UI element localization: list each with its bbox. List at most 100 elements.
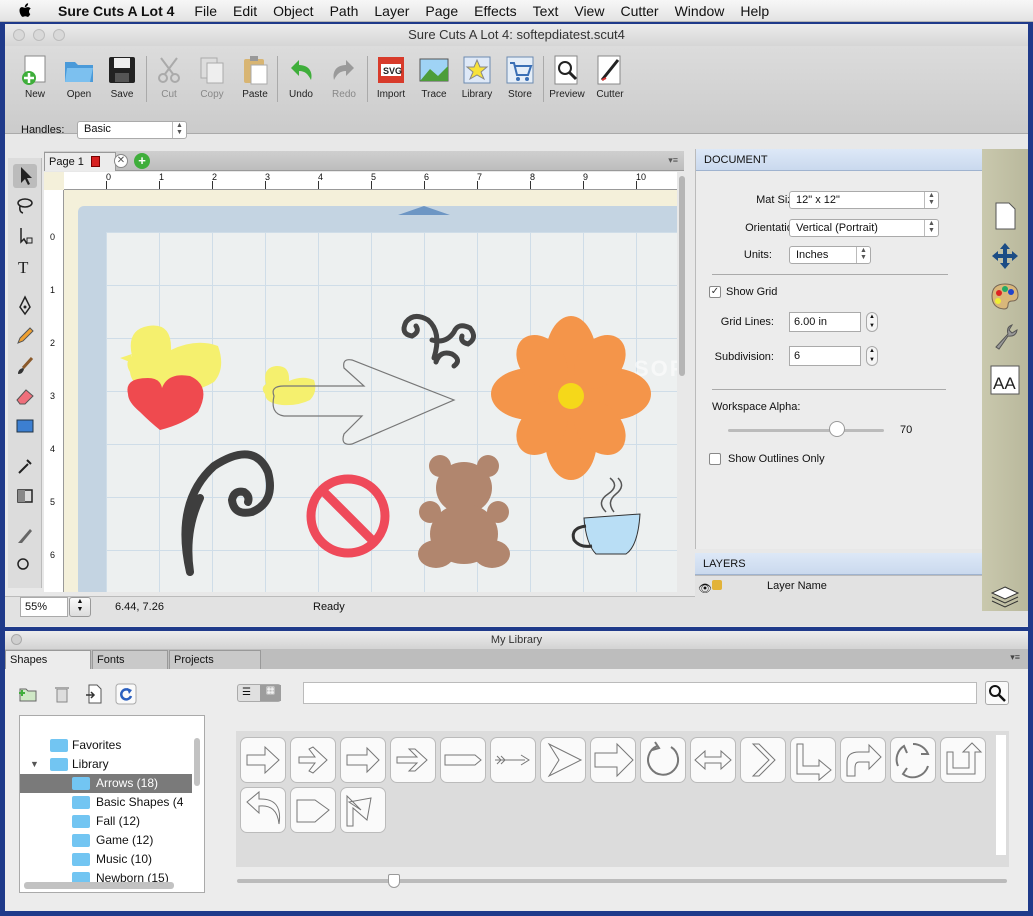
search-icon[interactable] — [985, 681, 1009, 705]
shape-thumb-arrow-7[interactable] — [540, 737, 586, 783]
shape-thumb-arrow-1[interactable] — [240, 737, 286, 783]
tree-item-favorites[interactable]: Favorites — [20, 736, 192, 755]
menu-object[interactable]: Object — [265, 3, 321, 19]
shape-thumb-arrow-16[interactable] — [240, 787, 286, 833]
undo-button[interactable]: Undo — [279, 54, 323, 100]
shape-thumb-arrow-10[interactable] — [690, 737, 736, 783]
tree-item-library[interactable]: ▼ Library — [20, 755, 192, 774]
shape-thumb-arrow-5[interactable] — [440, 737, 486, 783]
disclosure-triangle-icon[interactable]: ▼ — [30, 755, 39, 774]
text-panel-icon[interactable]: AA — [990, 365, 1020, 395]
menu-layer[interactable]: Layer — [366, 3, 417, 19]
flower-shape[interactable] — [491, 316, 651, 480]
copy-button[interactable]: Copy — [190, 54, 234, 100]
tab-fonts[interactable]: Fonts — [92, 650, 168, 669]
text-tool-icon[interactable]: T — [13, 254, 37, 278]
workspace-alpha-knob[interactable] — [829, 421, 846, 437]
menu-help[interactable]: Help — [732, 3, 777, 19]
refresh-icon[interactable] — [115, 683, 137, 705]
cut-button[interactable]: Cut — [147, 54, 191, 100]
shape-thumb-arrow-6[interactable] — [490, 737, 536, 783]
lasso-tool-icon[interactable] — [13, 194, 37, 218]
close-window-button[interactable] — [13, 29, 25, 41]
shape-thumb-arrow-11[interactable] — [740, 737, 786, 783]
shape-thumb-arrow-18[interactable] — [340, 787, 386, 833]
view-mode-toggle[interactable]: ☰ ▦ — [237, 684, 281, 702]
spiral-shape[interactable] — [181, 450, 274, 576]
library-search-input[interactable] — [303, 682, 977, 704]
new-button[interactable]: New — [13, 54, 57, 100]
grid-lines-stepper[interactable]: ▲ ▼ — [866, 312, 878, 332]
shape-thumb-arrow-14[interactable] — [890, 737, 936, 783]
zoom-stepper[interactable]: ▲ ▼ — [69, 597, 91, 617]
visibility-eye-icon[interactable]: 👁 — [698, 582, 712, 595]
brush-tool-icon[interactable] — [13, 354, 37, 378]
color-palette-icon[interactable] — [990, 281, 1020, 311]
tab-projects[interactable]: Projects — [169, 650, 261, 669]
grid-view-icon[interactable]: ▦ — [260, 685, 281, 701]
trace-button[interactable]: Trace — [412, 54, 456, 100]
orientation-dropdown[interactable]: Vertical (Portrait) ▲ ▼ — [789, 219, 939, 237]
trash-icon[interactable] — [51, 683, 73, 705]
tree-item-music[interactable]: Music (10) — [20, 850, 192, 869]
pencil-tool-icon[interactable] — [13, 324, 37, 348]
handles-dropdown[interactable]: Basic ▲ ▼ — [77, 121, 187, 139]
import-button[interactable]: SVG Import — [369, 54, 413, 100]
list-view-icon[interactable]: ☰ — [242, 687, 251, 698]
subdivision-stepper[interactable]: ▲ ▼ — [866, 346, 878, 366]
layers-stack-icon[interactable] — [990, 581, 1020, 611]
redo-button[interactable]: Redo — [322, 54, 366, 100]
shape-thumb-arrow-3[interactable] — [340, 737, 386, 783]
close-page-icon[interactable]: ✕ — [114, 154, 128, 168]
zoom-tool-icon[interactable] — [13, 554, 37, 578]
flourish-shape[interactable] — [401, 314, 476, 369]
design-canvas[interactable]: 012345678910 0123456 SOFTPEDIA — [44, 172, 686, 592]
add-page-icon[interactable]: + — [134, 153, 150, 169]
import-shape-icon[interactable] — [83, 683, 105, 705]
menu-file[interactable]: File — [186, 3, 225, 19]
menu-app-name[interactable]: Sure Cuts A Lot 4 — [50, 3, 182, 19]
rectangle-tool-icon[interactable] — [13, 414, 37, 438]
menu-text[interactable]: Text — [525, 3, 567, 19]
minimize-window-button[interactable] — [33, 29, 45, 41]
canvas-vertical-scrollbar[interactable] — [677, 172, 687, 592]
shape-thumb-arrow-15[interactable] — [940, 737, 986, 783]
store-button[interactable]: Store — [498, 54, 542, 100]
subdivision-field[interactable]: 6 — [789, 346, 861, 366]
teddy-bear-shape[interactable] — [418, 455, 510, 568]
pen-tool-icon[interactable] — [13, 294, 37, 318]
new-folder-icon[interactable] — [17, 683, 39, 705]
tab-shapes[interactable]: Shapes — [5, 650, 91, 669]
tree-item-fall[interactable]: Fall (12) — [20, 812, 192, 831]
coffee-cup-shape[interactable] — [571, 477, 641, 555]
no-entry-sign-shape[interactable] — [306, 474, 390, 558]
save-button[interactable]: Save — [100, 54, 144, 100]
zoom-level-field[interactable]: 55% — [20, 597, 68, 617]
zoom-window-button[interactable] — [53, 29, 65, 41]
show-outlines-checkbox[interactable] — [709, 453, 721, 465]
tree-item-game[interactable]: Game (12) — [20, 831, 192, 850]
menu-edit[interactable]: Edit — [225, 3, 265, 19]
tree-item-arrows[interactable]: Arrows (18) — [20, 774, 192, 793]
menu-effects[interactable]: Effects — [466, 3, 525, 19]
vertical-scroll-thumb[interactable] — [679, 176, 685, 376]
thumbnail-size-knob[interactable] — [388, 874, 400, 888]
shape-thumb-arrow-8[interactable] — [590, 737, 636, 783]
thumbnail-size-slider[interactable] — [237, 879, 1007, 883]
page-color-swatch-icon[interactable] — [90, 156, 100, 167]
lock-icon[interactable] — [712, 580, 722, 590]
document-panel-icon[interactable] — [990, 201, 1020, 231]
library-button[interactable]: Library — [455, 54, 499, 100]
menu-page[interactable]: Page — [417, 3, 466, 19]
eyedropper-tool-icon[interactable] — [13, 454, 37, 478]
tree-horizontal-scrollbar[interactable] — [24, 882, 174, 889]
show-grid-checkbox[interactable]: ✓ — [709, 286, 721, 298]
library-close-button[interactable] — [11, 634, 22, 645]
menu-window[interactable]: Window — [667, 3, 733, 19]
select-tool-icon[interactable] — [13, 164, 37, 188]
shape-thumb-arrow-2[interactable] — [290, 737, 336, 783]
paste-button[interactable]: Paste — [233, 54, 277, 100]
wrench-settings-icon[interactable] — [990, 321, 1020, 351]
apple-logo-icon[interactable] — [18, 2, 36, 19]
cutter-button[interactable]: Cutter — [588, 54, 632, 100]
